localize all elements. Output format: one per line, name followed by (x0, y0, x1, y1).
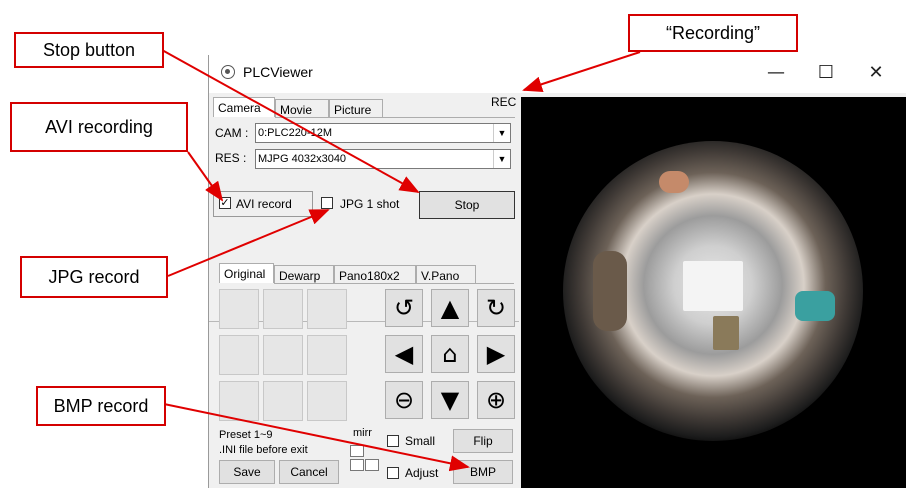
left-shelf (593, 251, 627, 331)
callout-stop-button: Stop button (14, 32, 164, 68)
video-view[interactable] (521, 97, 906, 488)
preset-2[interactable] (263, 289, 303, 329)
avi-record-label: AVI record (236, 197, 292, 211)
rotate-cw-icon[interactable]: ↻ (477, 289, 515, 327)
fisheye-image (563, 141, 863, 441)
mirr-label: mirr (353, 427, 372, 439)
up-arrow-icon[interactable]: ▲ (431, 289, 469, 327)
chevron-down-icon[interactable]: ▼ (493, 150, 510, 168)
preset-9[interactable] (307, 381, 347, 421)
avi-record-checkbox[interactable]: ✓ (219, 197, 231, 209)
preset-7[interactable] (219, 381, 259, 421)
preset-hint: Preset 1~9 (219, 429, 273, 441)
rec-indicator: REC (491, 95, 517, 109)
stop-button[interactable]: Stop (419, 191, 515, 219)
app-icon (221, 65, 235, 79)
tab-divider (275, 117, 515, 118)
jpg-1shot-label: JPG 1 shot (340, 197, 400, 211)
wall-board (713, 316, 739, 350)
small-label: Small (405, 434, 436, 448)
tab-original[interactable]: Original (219, 263, 274, 283)
zoom-out-icon[interactable]: ⊖ (385, 381, 423, 419)
tab-dewarp[interactable]: Dewarp (274, 265, 334, 283)
plcviewer-window: PLCViewer — ☐ ✕ Camera Movie Picture REC… (208, 55, 906, 488)
mirror-toggle-1[interactable] (350, 445, 364, 457)
preset-1[interactable] (219, 289, 259, 329)
mirror-toggle-2[interactable] (350, 459, 364, 471)
tab-vpano[interactable]: V.Pano (416, 265, 476, 283)
maximize-button[interactable]: ☐ (803, 59, 849, 89)
window-title: PLCViewer (243, 64, 313, 80)
cam-label: CAM : (215, 126, 249, 140)
preset-4[interactable] (219, 335, 259, 375)
preset-3[interactable] (307, 289, 347, 329)
tab-pano180x2[interactable]: Pano180x2 (334, 265, 416, 283)
teal-object (795, 291, 835, 321)
rotate-ccw-icon[interactable]: ↺ (385, 289, 423, 327)
right-arrow-icon[interactable]: ▶ (477, 335, 515, 373)
close-button[interactable]: ✕ (853, 59, 899, 89)
zoom-in-icon[interactable]: ⊕ (477, 381, 515, 419)
callout-bmp-record: BMP record (36, 386, 166, 426)
save-button[interactable]: Save (219, 460, 275, 484)
preset-6[interactable] (307, 335, 347, 375)
preset-5[interactable] (263, 335, 303, 375)
res-select-value: MJPG 4032x3040 (258, 153, 347, 165)
home-icon[interactable]: ⌂ (431, 335, 469, 373)
minimize-button[interactable]: — (753, 59, 799, 89)
view-tab-divider (274, 283, 514, 284)
cam-select[interactable]: 0:PLC220-12M ▼ (255, 123, 511, 143)
ini-hint: .INI file before exit (219, 444, 308, 456)
down-arrow-icon[interactable]: ▼ (431, 381, 469, 419)
res-label: RES : (215, 151, 247, 165)
callout-jpg-record: JPG record (20, 256, 168, 298)
res-select[interactable]: MJPG 4032x3040 ▼ (255, 149, 511, 169)
jpg-1shot-checkbox[interactable] (321, 197, 333, 209)
cancel-button[interactable]: Cancel (279, 460, 339, 484)
person-head (659, 171, 689, 193)
adjust-checkbox[interactable] (387, 467, 399, 479)
chevron-down-icon[interactable]: ▼ (493, 124, 510, 142)
callout-avi-recording: AVI recording (10, 102, 188, 152)
adjust-label: Adjust (405, 466, 439, 480)
preset-8[interactable] (263, 381, 303, 421)
callout-recording: “Recording” (628, 14, 798, 52)
tab-camera[interactable]: Camera (213, 97, 275, 117)
flip-button[interactable]: Flip (453, 429, 513, 453)
mirror-toggle-3[interactable] (365, 459, 379, 471)
tab-picture[interactable]: Picture (329, 99, 383, 117)
control-panel: Camera Movie Picture REC CAM : 0:PLC220-… (209, 93, 519, 488)
title-bar: PLCViewer — ☐ ✕ (209, 55, 906, 93)
left-arrow-icon[interactable]: ◀ (385, 335, 423, 373)
tab-movie[interactable]: Movie (275, 99, 329, 117)
bmp-button[interactable]: BMP (453, 460, 513, 484)
cam-select-value: 0:PLC220-12M (258, 127, 332, 139)
small-checkbox[interactable] (387, 435, 399, 447)
ceiling-highlight (683, 261, 743, 311)
